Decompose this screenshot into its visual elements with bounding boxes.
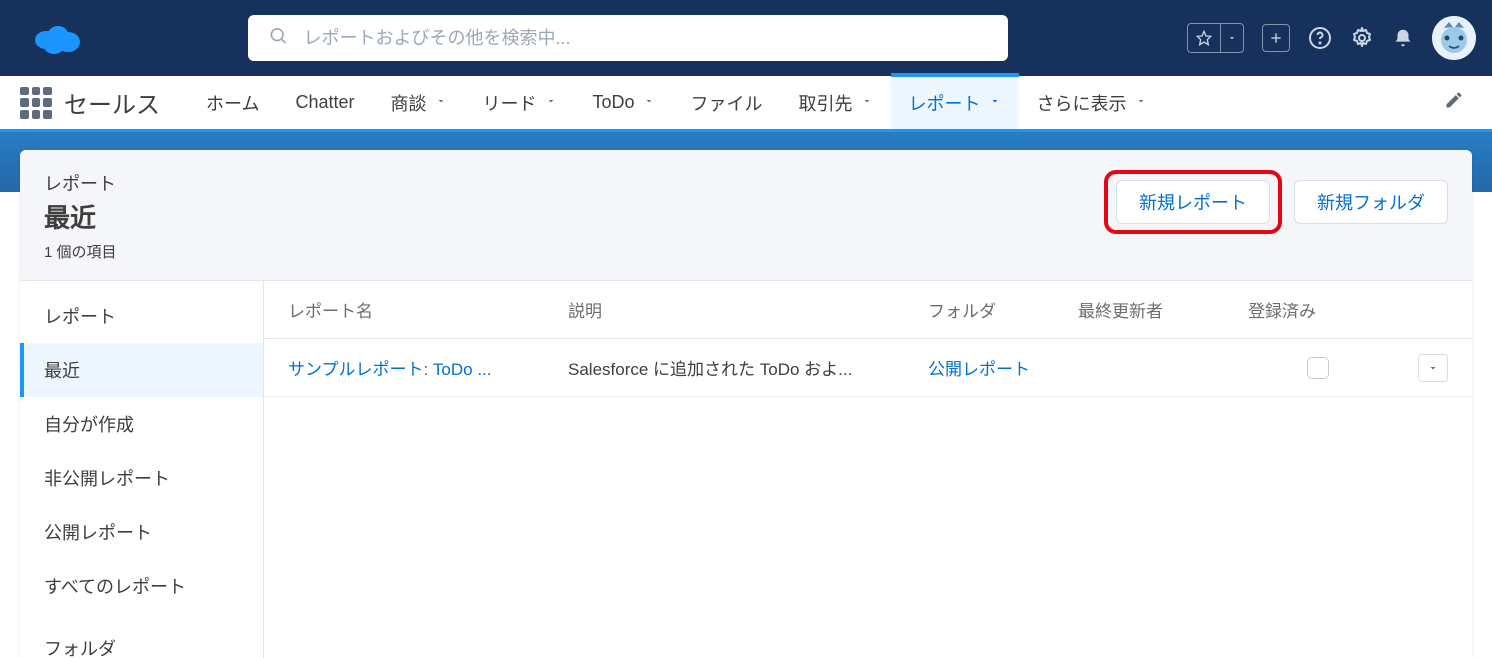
star-icon: [1188, 24, 1220, 52]
sidebar-item-6[interactable]: フォルダ: [20, 621, 263, 658]
nav-item-label: レポート: [909, 90, 981, 116]
col-folder: フォルダ: [928, 297, 1078, 322]
row-report-name-link[interactable]: サンプルレポート: ToDo ...: [288, 355, 568, 380]
nav-item-0[interactable]: ホーム: [188, 76, 277, 129]
nav-item-label: ファイル: [691, 90, 763, 116]
nav-item-7[interactable]: レポート: [891, 76, 1019, 129]
nav-item-label: 取引先: [799, 90, 853, 116]
search-icon: [268, 26, 288, 51]
page-title: 最近: [44, 198, 117, 235]
favorites-menu[interactable]: [1187, 23, 1244, 53]
report-table: レポート名 説明 フォルダ 最終更新者 登録済み サンプルレポート: ToDo …: [264, 281, 1472, 658]
sidebar-item-0[interactable]: レポート: [20, 289, 263, 343]
sidebar-item-1[interactable]: 最近: [20, 343, 263, 397]
nav-item-4[interactable]: ToDo: [575, 76, 673, 129]
chevron-down-icon: [545, 95, 557, 110]
edit-nav-pencil-icon[interactable]: [1432, 90, 1476, 115]
table-header-row: レポート名 説明 フォルダ 最終更新者 登録済み: [264, 281, 1472, 339]
nav-item-3[interactable]: リード: [465, 76, 575, 129]
col-description: 説明: [568, 297, 928, 322]
app-name: セールス: [64, 85, 160, 120]
highlight-annotation: 新規レポート: [1104, 170, 1282, 234]
global-create-button[interactable]: [1262, 24, 1290, 52]
nav-item-2[interactable]: 商談: [373, 76, 465, 129]
global-search-input[interactable]: [248, 15, 1008, 61]
app-nav: セールス ホーム Chatter 商談 リード ToDo ファイル 取引先 レポート さらに表示: [0, 76, 1492, 132]
nav-item-label: リード: [483, 90, 537, 116]
nav-item-8[interactable]: さらに表示: [1019, 76, 1165, 129]
chevron-down-icon: [861, 95, 873, 110]
setup-gear-icon[interactable]: [1350, 26, 1374, 50]
salesforce-logo[interactable]: [32, 22, 80, 54]
col-report-name: レポート名: [288, 297, 568, 322]
new-report-button[interactable]: 新規レポート: [1116, 180, 1270, 224]
nav-item-label: 商談: [391, 90, 427, 116]
sidebar: レポート最近自分が作成非公開レポート公開レポートすべてのレポートフォルダ: [20, 281, 264, 658]
nav-item-1[interactable]: Chatter: [277, 76, 372, 129]
notifications-bell-icon[interactable]: [1392, 27, 1414, 49]
nav-item-5[interactable]: ファイル: [673, 76, 781, 129]
sidebar-item-3[interactable]: 非公開レポート: [20, 451, 263, 505]
app-launcher-icon[interactable]: [20, 87, 52, 119]
sidebar-item-4[interactable]: 公開レポート: [20, 505, 263, 559]
chevron-down-icon: [989, 95, 1001, 110]
page-card: レポート 最近 1 個の項目 新規レポート 新規フォルダ レポート最近自分が作成…: [20, 150, 1472, 658]
row-actions-menu[interactable]: [1418, 354, 1448, 382]
chevron-down-icon: [1220, 24, 1243, 52]
row-description: Salesforce に追加された ToDo およ...: [568, 355, 928, 380]
chevron-down-icon: [643, 95, 655, 110]
nav-item-label: ToDo: [593, 92, 635, 113]
global-header: [0, 0, 1492, 76]
help-icon[interactable]: [1308, 26, 1332, 50]
page-kicker: レポート: [44, 170, 117, 196]
sidebar-item-2[interactable]: 自分が作成: [20, 397, 263, 451]
chevron-down-icon: [435, 95, 447, 110]
user-avatar[interactable]: [1432, 16, 1476, 60]
nav-item-label: さらに表示: [1037, 90, 1127, 116]
nav-item-label: Chatter: [295, 92, 354, 113]
new-folder-button[interactable]: 新規フォルダ: [1294, 180, 1448, 224]
chevron-down-icon: [1135, 95, 1147, 110]
col-modified-by: 最終更新者: [1078, 297, 1248, 322]
col-subscribed: 登録済み: [1248, 297, 1388, 322]
sidebar-item-5[interactable]: すべてのレポート: [20, 559, 263, 613]
table-row: サンプルレポート: ToDo ...Salesforce に追加された ToDo…: [264, 339, 1472, 397]
page-subtitle: 1 個の項目: [44, 241, 117, 262]
nav-item-label: ホーム: [206, 90, 259, 116]
subscribed-checkbox[interactable]: [1307, 357, 1329, 379]
row-folder-link[interactable]: 公開レポート: [928, 355, 1078, 380]
nav-item-6[interactable]: 取引先: [781, 76, 891, 129]
page-header: レポート 最近 1 個の項目 新規レポート 新規フォルダ: [20, 150, 1472, 280]
